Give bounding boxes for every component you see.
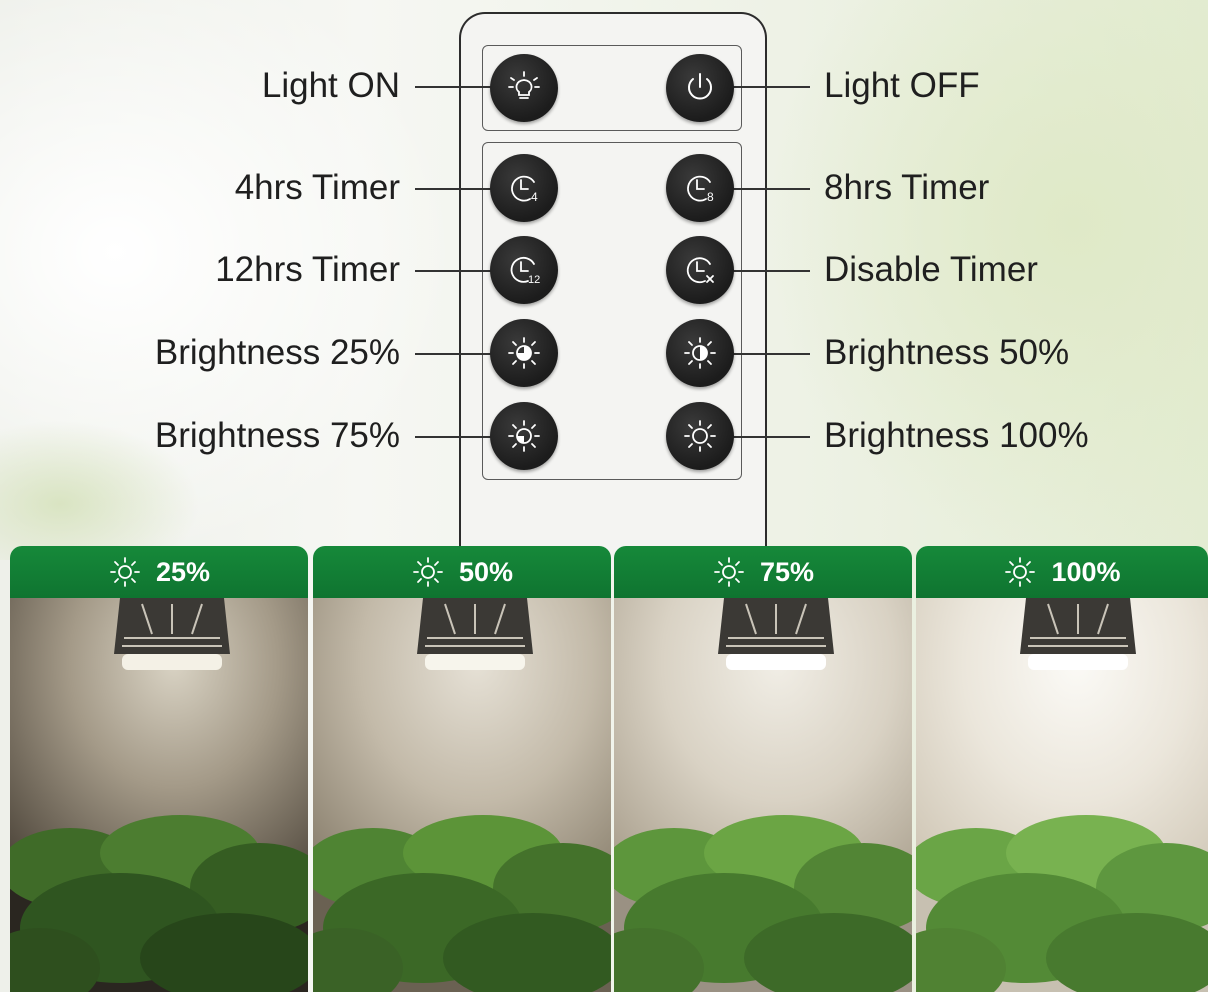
plant-leaves [916,815,1208,992]
grow-light-bulb [718,598,834,670]
brightness-100-label: Brightness 100% [824,416,1089,455]
card-percentage: 50% [458,556,514,587]
sun-icon [1005,557,1036,587]
card-percentage: 100% [1051,556,1121,587]
card-percentage: 75% [759,556,815,587]
connector-line [732,86,810,88]
grow-light-photo [313,598,611,992]
connector-line [732,188,810,190]
brightness-card-75: 75% [614,546,912,992]
brightness-card-25: 25% [10,546,308,992]
brightness-card-100: 100% [916,546,1208,992]
light-on-label: Light ON [261,66,400,105]
clock-cancel-icon [686,257,714,284]
timer-disable-label: Disable Timer [824,250,1038,289]
brightness-50-button[interactable] [666,319,734,387]
sun-icon [714,557,744,587]
svg-text:8: 8 [707,190,714,204]
grow-light-photo [916,598,1208,992]
card-header: 75% [614,546,912,598]
timer-8h-label: 8hrs Timer [824,168,990,207]
brightness-75-label: Brightness 75% [154,416,400,455]
clock-timer-8-icon: 8 [687,175,714,204]
connector-line [415,188,493,190]
card-header: 100% [916,546,1208,598]
timer-4h-label: 4hrs Timer [234,168,400,207]
grow-light-bulb [417,598,533,670]
brightness-100-button[interactable] [666,402,734,470]
grow-light-bulb [1020,598,1136,670]
timer-12h-button[interactable]: 12 [490,236,558,304]
timer-disable-button[interactable] [666,236,734,304]
connector-line [415,86,493,88]
plant-leaves [10,815,308,992]
brightness-25-button[interactable] [490,319,558,387]
timer-12h-label: 12hrs Timer [215,250,400,289]
brightness-three-quarter-icon [508,420,540,452]
brightness-half-icon [684,337,716,369]
connector-line [732,436,810,438]
brightness-full-icon [684,420,716,452]
connector-line [415,270,493,272]
light-off-button[interactable] [666,54,734,122]
connector-line [732,353,810,355]
power-icon [688,73,712,100]
card-percentage: 25% [155,556,211,587]
clock-timer-12-icon: 12 [510,257,540,286]
brightness-quarter-icon [508,337,540,369]
connector-line [732,270,810,272]
brightness-25-label: Brightness 25% [154,333,400,372]
grow-light-photo [10,598,308,992]
grow-light-bulb [114,598,230,670]
timer-8h-button[interactable]: 8 [666,154,734,222]
card-header: 50% [313,546,611,598]
svg-text:4: 4 [531,190,538,204]
plant-leaves [313,815,611,992]
light-off-label: Light OFF [824,66,980,105]
clock-timer-4-icon: 4 [511,175,538,204]
timer-4h-button[interactable]: 4 [490,154,558,222]
plant-leaves [614,815,912,992]
lightbulb-icon [508,71,540,99]
sun-icon [413,557,443,587]
brightness-50-label: Brightness 50% [824,333,1070,372]
connector-line [415,436,493,438]
svg-text:12: 12 [528,274,540,286]
connector-line [415,353,493,355]
sun-icon [110,557,140,587]
light-on-button[interactable] [490,54,558,122]
brightness-75-button[interactable] [490,402,558,470]
card-header: 25% [10,546,308,598]
brightness-card-50: 50% [313,546,611,992]
grow-light-photo [614,598,912,992]
